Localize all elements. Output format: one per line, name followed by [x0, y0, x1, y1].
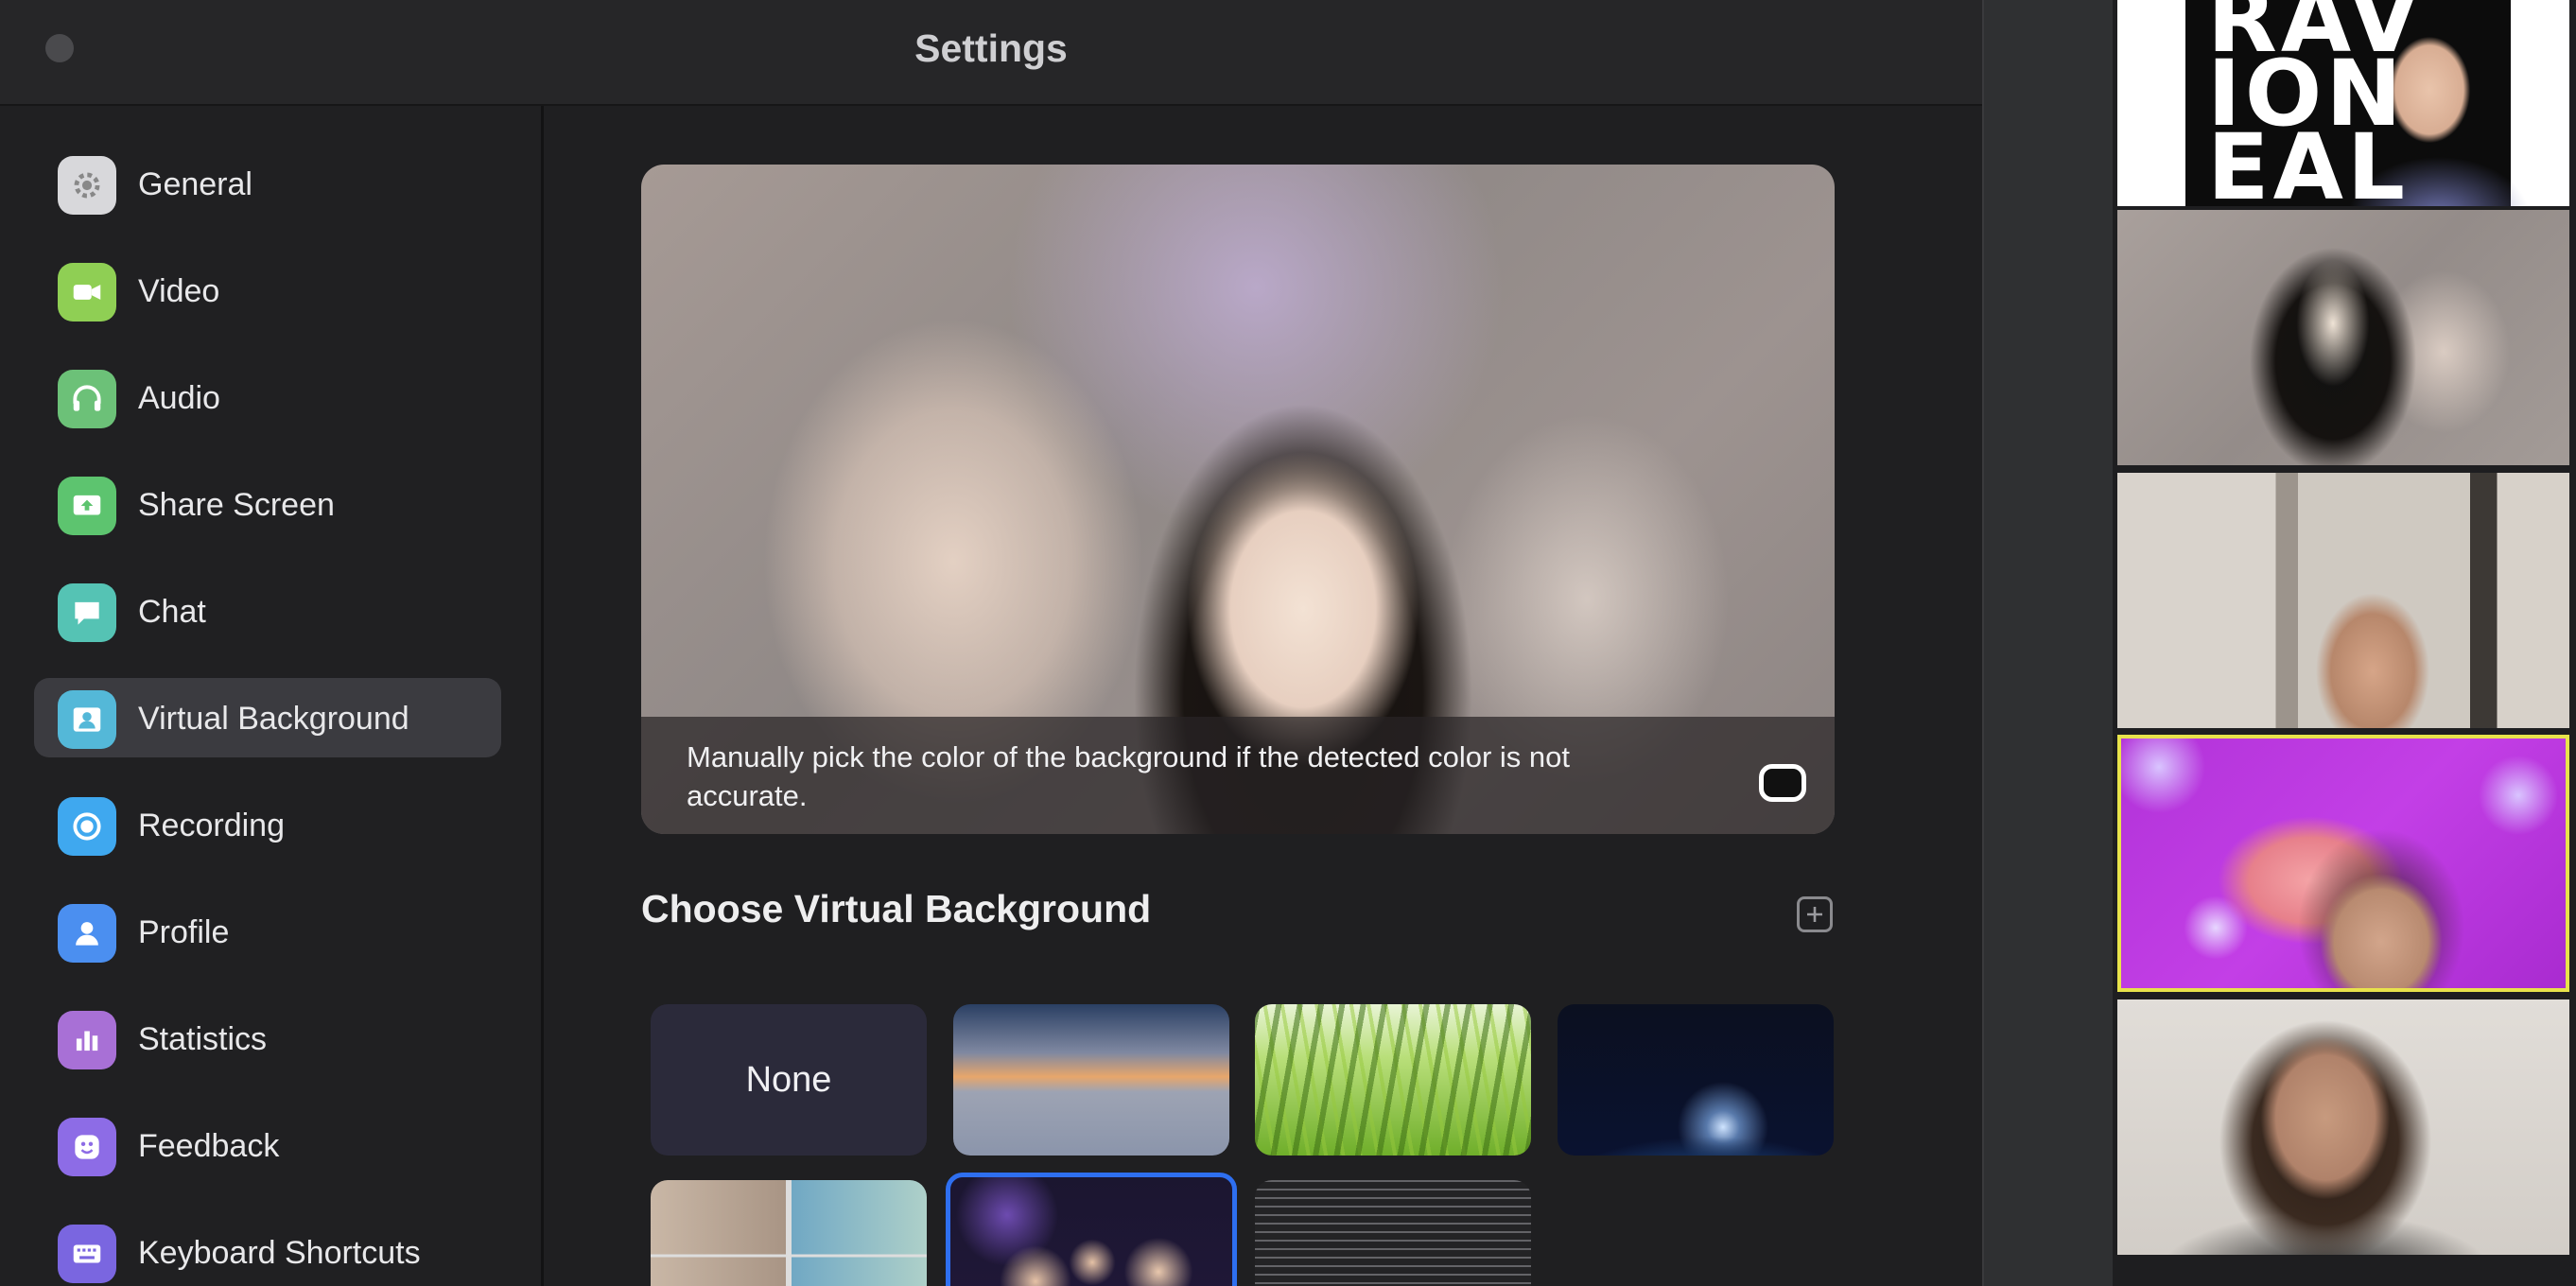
sidebar-item-label: Share Screen [138, 487, 335, 523]
background-tile-label: None [745, 1059, 832, 1100]
background-tile-custom-collage[interactable] [651, 1180, 927, 1286]
background-tile-grass[interactable] [1255, 1004, 1531, 1156]
participant-video-tile[interactable]: RAV ION EAL [2117, 0, 2569, 206]
sidebar-item-virtual-background[interactable]: Virtual Background [34, 678, 501, 757]
share-screen-icon [58, 477, 116, 535]
video-camera-icon [58, 263, 116, 322]
virtual-background-panel: Manually pick the color of the backgroun… [544, 106, 1982, 1286]
sidebar-item-general[interactable]: General [34, 144, 501, 223]
sidebar-item-video[interactable]: Video [34, 251, 501, 330]
sidebar-item-feedback[interactable]: Feedback [34, 1105, 501, 1185]
preview-caption-text: Manually pick the color of the backgroun… [687, 740, 1570, 812]
person-portrait-icon [58, 690, 116, 749]
profile-icon [58, 904, 116, 963]
sidebar-item-label: Audio [138, 380, 220, 416]
background-tile-custom-document[interactable] [1255, 1180, 1531, 1286]
keyboard-icon [58, 1225, 116, 1283]
sidebar-item-statistics[interactable]: Statistics [34, 999, 501, 1078]
sidebar-item-label: Recording [138, 808, 285, 843]
gear-icon [58, 156, 116, 215]
sidebar-item-label: Chat [138, 594, 206, 630]
background-poster-lettering: RAV ION EAL [2207, 0, 2423, 206]
settings-window: Settings General Video Audio Share Scree… [0, 0, 1984, 1286]
bar-chart-icon [58, 1011, 116, 1069]
preview-caption-bar: Manually pick the color of the backgroun… [641, 717, 1835, 834]
sidebar-item-recording[interactable]: Recording [34, 785, 501, 864]
sidebar-item-label: Virtual Background [138, 701, 409, 737]
participant-video-tile-active-speaker[interactable] [2117, 735, 2569, 992]
add-background-button[interactable] [1797, 896, 1833, 932]
chat-bubble-icon [58, 583, 116, 642]
window-title: Settings [914, 26, 1068, 70]
sidebar-item-profile[interactable]: Profile [34, 892, 501, 971]
record-icon [58, 797, 116, 856]
participant-video-tile[interactable] [2117, 473, 2569, 728]
participant-video-tile[interactable] [2117, 210, 2569, 465]
sidebar-item-label: General [138, 166, 252, 202]
color-picker-button[interactable] [1759, 764, 1806, 802]
participant-video-tile[interactable] [2117, 999, 2569, 1255]
background-tile-earth[interactable] [1558, 1004, 1834, 1156]
background-tile-golden-gate-bridge[interactable] [953, 1004, 1229, 1156]
background-tile-none[interactable]: None [651, 1004, 927, 1156]
sidebar-item-label: Statistics [138, 1021, 268, 1057]
title-bar: Settings [0, 0, 1982, 106]
camera-preview: Manually pick the color of the backgroun… [641, 165, 1835, 834]
sidebar-item-share-screen[interactable]: Share Screen [34, 464, 501, 544]
sidebar-item-label: Profile [138, 914, 230, 950]
headphones-icon [58, 370, 116, 428]
participant-video-strip: RAV ION EAL [2113, 0, 2576, 1286]
sidebar-item-label: Video [138, 273, 220, 309]
sidebar-item-audio[interactable]: Audio [34, 357, 501, 437]
section-title: Choose Virtual Background [641, 887, 1152, 930]
settings-sidebar: General Video Audio Share Screen Chat Vi… [0, 106, 544, 1286]
sidebar-item-keyboard-shortcuts[interactable]: Keyboard Shortcuts [34, 1212, 501, 1286]
plus-icon [1807, 907, 1822, 922]
background-tile-custom-group-photo[interactable] [946, 1173, 1237, 1286]
sidebar-item-chat[interactable]: Chat [34, 571, 501, 651]
sidebar-item-label: Keyboard Shortcuts [138, 1235, 421, 1271]
sidebar-item-label: Feedback [138, 1128, 280, 1164]
smiley-icon [58, 1118, 116, 1176]
